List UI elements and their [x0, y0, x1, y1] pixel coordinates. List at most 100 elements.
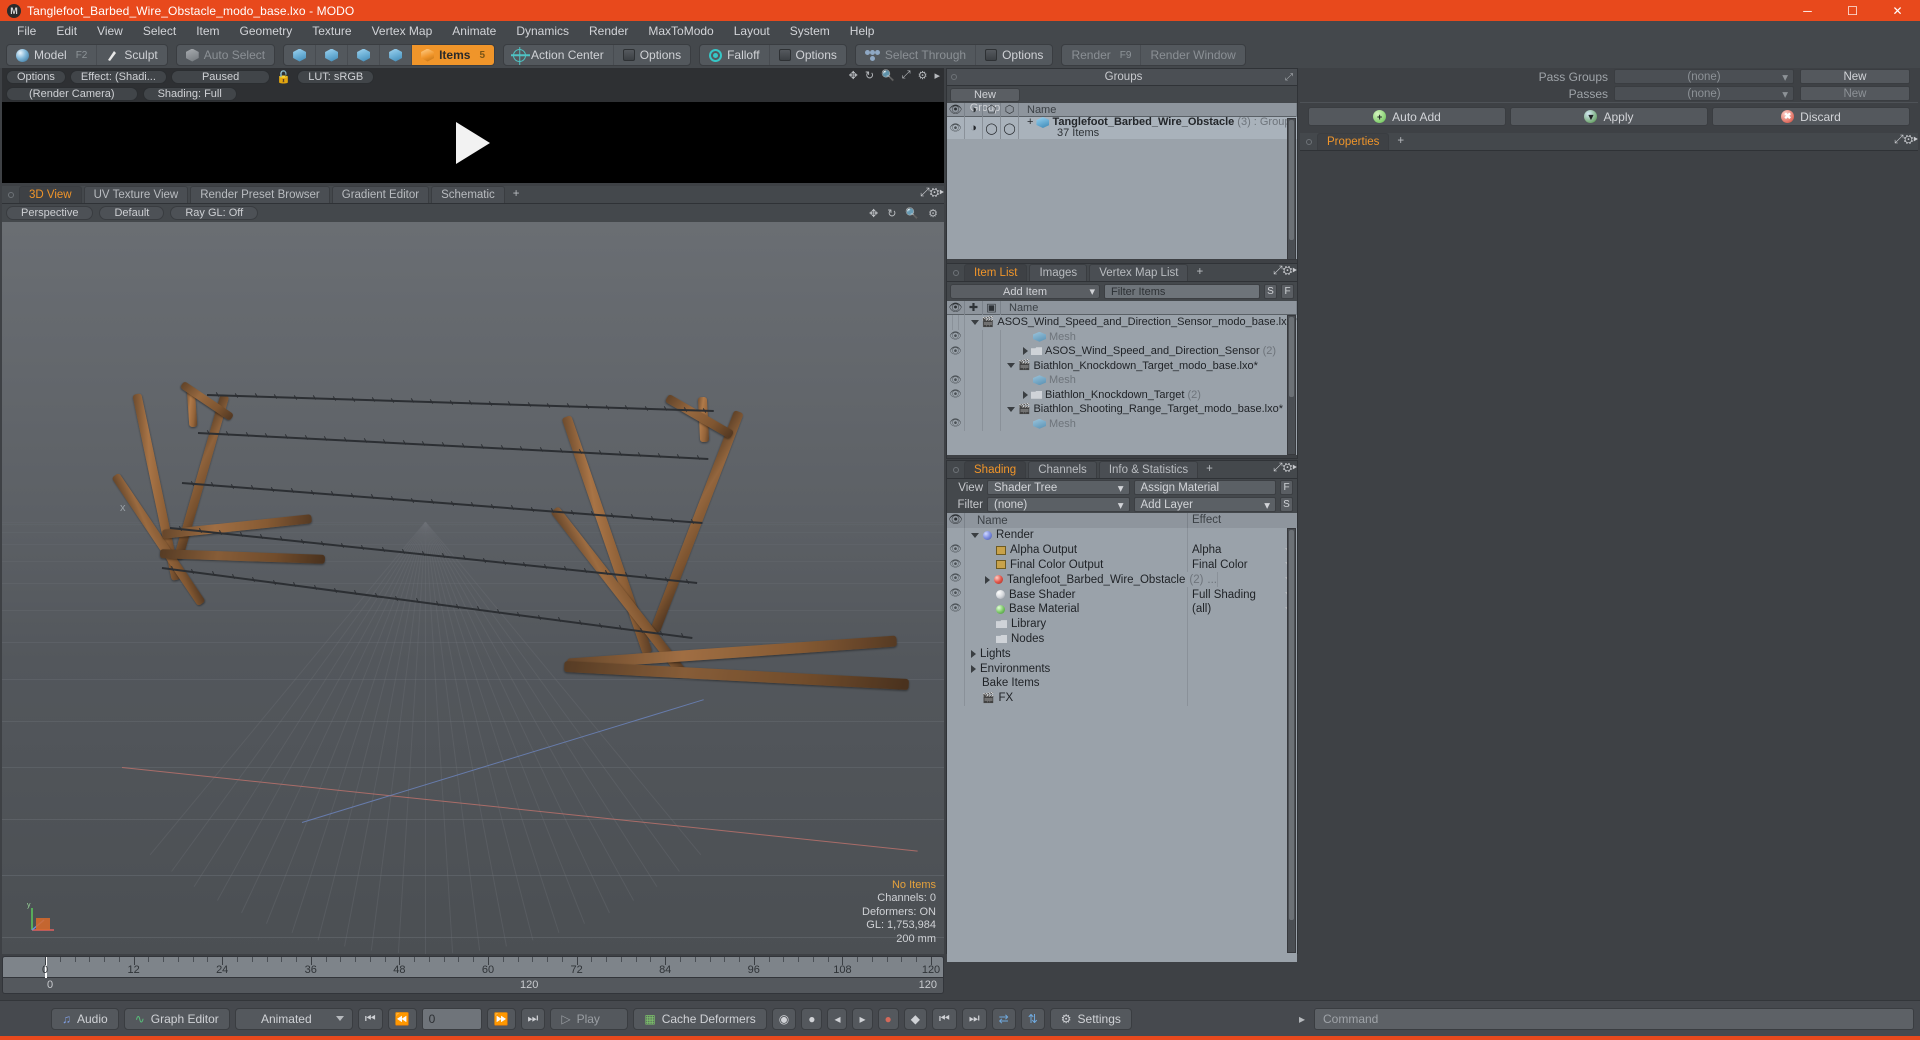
- graph-editor-button[interactable]: ∿ Graph Editor: [123, 1007, 230, 1030]
- extra-icon-8[interactable]: ⏭: [961, 1007, 987, 1030]
- timeline-ruler[interactable]: 0 12 24 36 48 60 72 84 96 108 120: [2, 956, 944, 979]
- expander-down-icon[interactable]: [1007, 363, 1015, 369]
- groups-row[interactable]: 👁 ◑ ◯ ◯ + Tanglefoot_Barbed_Wire_Obstacle (3):…: [947, 117, 1297, 139]
- chevron-right-icon[interactable]: ▸: [939, 185, 944, 199]
- item-list-row[interactable]: 👁 Mesh: [947, 329, 1297, 344]
- falloff-button[interactable]: Falloff: [700, 45, 770, 65]
- render-shading-button[interactable]: Shading: Full: [142, 86, 237, 101]
- menu-item-texture[interactable]: Texture: [302, 21, 361, 42]
- shading-s-button[interactable]: S: [1280, 497, 1293, 512]
- eye-icon[interactable]: 👁: [949, 375, 962, 386]
- item-list-row[interactable]: 👁 Mesh: [947, 416, 1297, 431]
- tab-gradient-editor[interactable]: Gradient Editor: [331, 186, 430, 203]
- tab-render-preset-browser[interactable]: Render Preset Browser: [190, 186, 330, 203]
- zoom-icon[interactable]: 🔍: [905, 207, 919, 220]
- action-center-options-button[interactable]: Options: [614, 45, 690, 65]
- tab-info-statistics[interactable]: Info & Statistics: [1098, 461, 1199, 478]
- expand-icon[interactable]: ⤢: [1285, 72, 1293, 83]
- shader-tree-row[interactable]: 👁 Base Material (all): [947, 601, 1297, 617]
- auto-select-button[interactable]: Auto Select: [177, 45, 274, 65]
- menu-item-render[interactable]: Render: [579, 21, 638, 42]
- extra-icon-1[interactable]: ◉: [771, 1007, 797, 1030]
- move-icon[interactable]: ✥: [869, 207, 878, 220]
- item-list-scroll-thumb[interactable]: [1289, 317, 1294, 397]
- discard-button[interactable]: ✖ Discard: [1712, 107, 1910, 126]
- filter-items-input[interactable]: Filter Items: [1104, 284, 1260, 299]
- tab-vertex-map-list[interactable]: Vertex Map List: [1089, 264, 1189, 281]
- auto-add-button[interactable]: + Auto Add: [1308, 107, 1506, 126]
- step-forward-button[interactable]: ⏩: [486, 1007, 516, 1030]
- timeline-range-bar[interactable]: 0 120 120: [2, 978, 944, 994]
- viewport-raygl-button[interactable]: Ray GL: Off: [170, 206, 259, 220]
- assign-material-button[interactable]: Assign Material: [1133, 480, 1276, 495]
- refresh-icon[interactable]: ↻: [887, 207, 896, 220]
- animated-select[interactable]: Animated: [234, 1007, 353, 1030]
- eye-icon[interactable]: 👁: [949, 588, 962, 599]
- item-list-row[interactable]: 👁 ASOS_Wind_Speed_and_Direction_Sensor (2): [947, 344, 1297, 359]
- shading-filter-select[interactable]: (none) ▾: [987, 497, 1130, 512]
- extra-icon-6[interactable]: ◆: [903, 1007, 927, 1030]
- passes-select[interactable]: (none) ▾: [1614, 86, 1794, 101]
- expander-right-icon[interactable]: [1023, 347, 1028, 356]
- panel-menu-dot-icon[interactable]: [953, 467, 959, 473]
- menu-item-item[interactable]: Item: [186, 21, 229, 42]
- tab-item-list[interactable]: Item List: [964, 264, 1028, 281]
- render-window-button[interactable]: Render Window: [1141, 45, 1244, 65]
- mode-model-button[interactable]: Model F2: [7, 45, 98, 65]
- item-list-row[interactable]: 👁 Mesh: [947, 373, 1297, 388]
- shader-tree-row[interactable]: 👁 Alpha Output Alpha: [947, 542, 1297, 558]
- menu-item-file[interactable]: File: [7, 21, 46, 42]
- expander-down-icon[interactable]: [1007, 406, 1015, 412]
- eye-icon[interactable]: 👁: [949, 418, 962, 429]
- chevron-right-icon[interactable]: ▸: [1913, 132, 1918, 146]
- gear-icon[interactable]: ⚙: [918, 69, 928, 82]
- eye-icon[interactable]: 👁: [949, 346, 962, 357]
- tab-[interactable]: +: [1200, 461, 1219, 478]
- viewport-3d-canvas[interactable]: x y No Items Channels: 0 Deformers: ON G…: [2, 222, 944, 954]
- extra-icon-7[interactable]: ⏮: [932, 1007, 957, 1030]
- render-paused-button[interactable]: Paused: [170, 69, 271, 84]
- shader-tree-row[interactable]: Nodes: [947, 631, 1297, 647]
- shader-tree-row[interactable]: 👁 Tanglefoot_Barbed_Wire_Obstacle (2)...: [947, 572, 1297, 588]
- extra-icon-9[interactable]: ⇄: [991, 1007, 1016, 1030]
- expander-right-icon[interactable]: [971, 664, 976, 673]
- pass-groups-new-button[interactable]: New: [1800, 69, 1910, 84]
- eye-icon[interactable]: 👁: [949, 544, 962, 555]
- eye-icon[interactable]: 👁: [949, 123, 962, 134]
- expand-icon[interactable]: ⤢: [1273, 460, 1283, 474]
- menu-item-dynamics[interactable]: Dynamics: [506, 21, 579, 42]
- materials-mode-button[interactable]: [380, 45, 413, 65]
- audio-button[interactable]: ♫ Audio: [51, 1007, 119, 1030]
- command-input[interactable]: Command: [1314, 1007, 1914, 1030]
- chevron-right-icon[interactable]: ▸: [1292, 460, 1297, 474]
- cube-outline-toggle-icon[interactable]: ◯: [1003, 122, 1015, 135]
- groups-scrollbar[interactable]: [1287, 118, 1296, 260]
- expander-right-icon[interactable]: [971, 649, 976, 658]
- menu-item-system[interactable]: System: [780, 21, 840, 42]
- eye-icon[interactable]: 👁: [949, 603, 962, 614]
- shading-scroll-thumb[interactable]: [1289, 530, 1294, 920]
- shader-tree-row[interactable]: Bake Items: [947, 675, 1297, 691]
- tab-uv-texture-view[interactable]: UV Texture View: [83, 186, 189, 203]
- shading-scrollbar[interactable]: [1287, 528, 1296, 953]
- gear-icon[interactable]: ⚙: [1283, 460, 1293, 474]
- zoom-icon[interactable]: 🔍: [881, 69, 895, 82]
- chevron-right-icon[interactable]: ▸: [934, 69, 940, 82]
- expand-icon[interactable]: ⤢: [920, 185, 930, 199]
- menu-item-view[interactable]: View: [87, 21, 133, 42]
- extra-icon-10[interactable]: ⇅: [1020, 1007, 1045, 1030]
- filter-s-button[interactable]: S: [1264, 284, 1277, 299]
- skip-start-button[interactable]: ⏮: [357, 1007, 383, 1030]
- gear-icon[interactable]: ⚙: [1904, 132, 1914, 146]
- menu-item-vertex-map[interactable]: Vertex Map: [362, 21, 443, 42]
- menu-item-geometry[interactable]: Geometry: [230, 21, 303, 42]
- expand-plus-icon[interactable]: +: [1027, 117, 1033, 128]
- render-effect-button[interactable]: Effect: (Shadi...: [69, 69, 167, 84]
- action-center-button[interactable]: Action Center: [504, 45, 614, 65]
- shader-tree-row[interactable]: Library: [947, 616, 1297, 632]
- expander-right-icon[interactable]: [985, 575, 990, 584]
- tab-[interactable]: +: [1391, 133, 1410, 150]
- cache-deformers-button[interactable]: ▦ Cache Deformers: [633, 1007, 767, 1030]
- gear-icon[interactable]: ⚙: [930, 185, 940, 199]
- polygons-mode-button[interactable]: [348, 45, 381, 65]
